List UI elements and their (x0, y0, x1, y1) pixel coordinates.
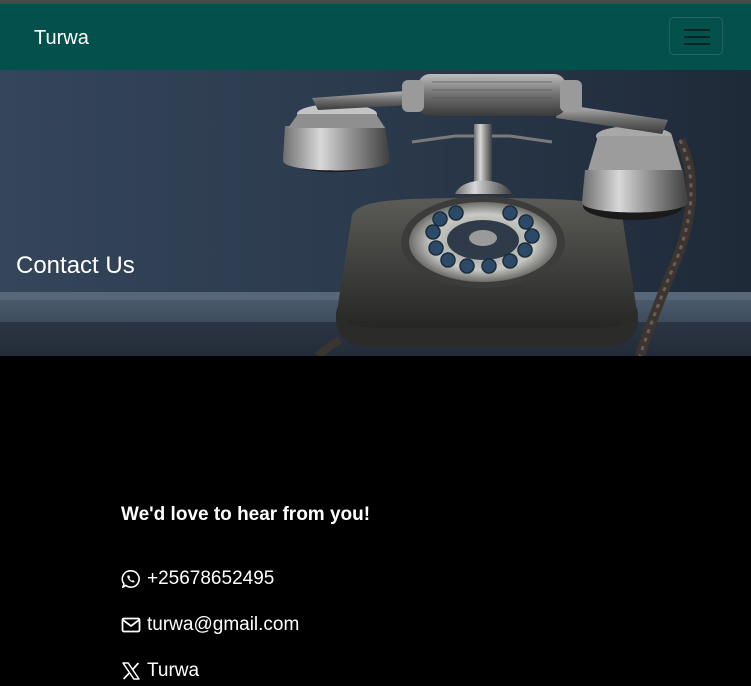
x-logo-icon (122, 662, 140, 680)
navbar-brand[interactable]: Turwa (34, 26, 89, 50)
contact-phone[interactable]: +25678652495 (121, 567, 274, 591)
telephone-image (0, 70, 751, 356)
x-handle: Turwa (147, 660, 200, 681)
hero-banner: Contact Us (0, 70, 751, 356)
navbar: Turwa (0, 4, 751, 70)
contact-x[interactable]: Turwa (121, 659, 199, 683)
contact-section: We'd love to hear from you! +25678652495… (0, 356, 751, 686)
page-title: Contact Us (16, 252, 135, 279)
contact-heading: We'd love to hear from you! (121, 504, 371, 525)
phone-number: +25678652495 (147, 568, 275, 589)
envelope-icon (121, 617, 141, 633)
contact-page: Turwa Contact Us We'd love to hear from … (0, 0, 751, 686)
whatsapp-icon (121, 570, 140, 588)
contact-email[interactable]: turwa@gmail.com (121, 613, 299, 637)
email-address: turwa@gmail.com (147, 614, 300, 635)
navbar-toggler-button[interactable] (669, 17, 723, 55)
